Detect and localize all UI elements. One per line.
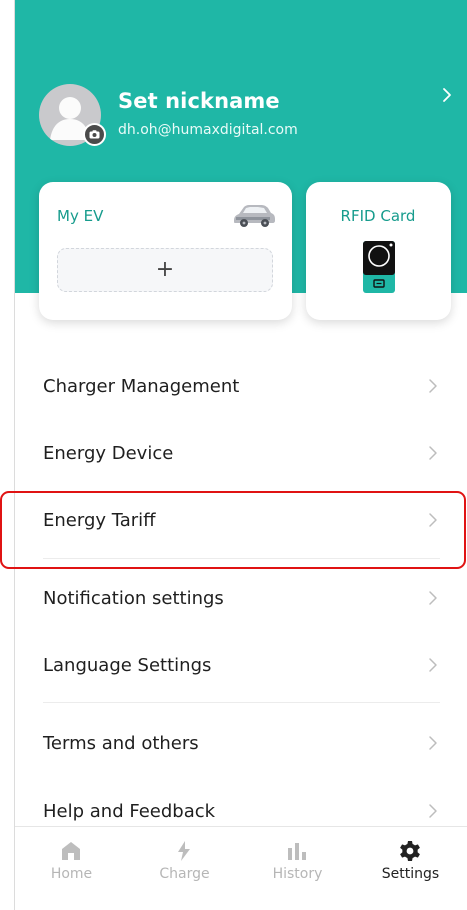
menu-item-terms-and-others[interactable]: Terms and others [43, 712, 440, 779]
nav-history-label: History [272, 866, 323, 882]
nav-settings-label: Settings [381, 866, 440, 882]
nav-charge[interactable]: Charge [128, 827, 241, 910]
chevron-right-icon [429, 736, 437, 750]
chevron-right-icon [429, 804, 437, 818]
nav-home[interactable]: Home [15, 827, 128, 910]
menu-item-energy-device[interactable]: Energy Device [43, 422, 440, 489]
menu-divider [43, 558, 440, 559]
chevron-right-icon [429, 591, 437, 605]
menu-item-label: Charger Management [43, 376, 240, 397]
rfid-card-title: RFID Card [340, 207, 416, 225]
rfid-card-icon [363, 241, 395, 293]
menu-item-language-settings[interactable]: Language Settings [43, 634, 440, 701]
my-ev-title: My EV [57, 207, 104, 225]
menu-item-label: Terms and others [43, 733, 199, 754]
chevron-right-icon [429, 513, 437, 527]
my-ev-card[interactable]: My EV + [39, 182, 292, 320]
email-label: dh.oh@humaxdigital.com [118, 122, 298, 138]
menu-item-label: Energy Tariff [43, 510, 156, 531]
add-ev-button[interactable]: + [57, 248, 273, 292]
nav-charge-label: Charge [159, 866, 210, 882]
menu-item-energy-tariff[interactable]: Energy Tariff [43, 489, 440, 556]
nav-history[interactable]: History [241, 827, 354, 910]
menu-divider [43, 702, 440, 703]
chevron-right-icon [429, 658, 437, 672]
rfid-card[interactable]: RFID Card [306, 182, 451, 320]
nickname-label[interactable]: Set nickname [118, 89, 280, 113]
camera-badge[interactable] [83, 123, 106, 146]
menu-item-label: Language Settings [43, 655, 212, 676]
nav-settings[interactable]: Settings [354, 827, 467, 910]
chevron-right-icon [429, 379, 437, 393]
chevron-right-icon [429, 446, 437, 460]
bottom-navigation: Home Charge History Settings [15, 826, 467, 910]
bolt-icon [178, 841, 190, 861]
gear-icon [400, 841, 420, 861]
nav-home-label: Home [50, 866, 93, 882]
car-icon [234, 205, 275, 227]
menu-item-charger-management[interactable]: Charger Management [43, 355, 440, 422]
camera-icon [89, 130, 100, 139]
settings-screen: Set nickname dh.oh@humaxdigital.com My E… [14, 0, 467, 910]
menu-item-label: Help and Feedback [43, 801, 216, 822]
menu-item-notification-settings[interactable]: Notification settings [43, 567, 440, 634]
menu-item-label: Notification settings [43, 588, 224, 609]
home-icon [62, 842, 80, 860]
chevron-right-icon[interactable] [439, 83, 455, 107]
menu-item-label: Energy Device [43, 443, 174, 464]
bar-chart-icon [288, 843, 306, 860]
